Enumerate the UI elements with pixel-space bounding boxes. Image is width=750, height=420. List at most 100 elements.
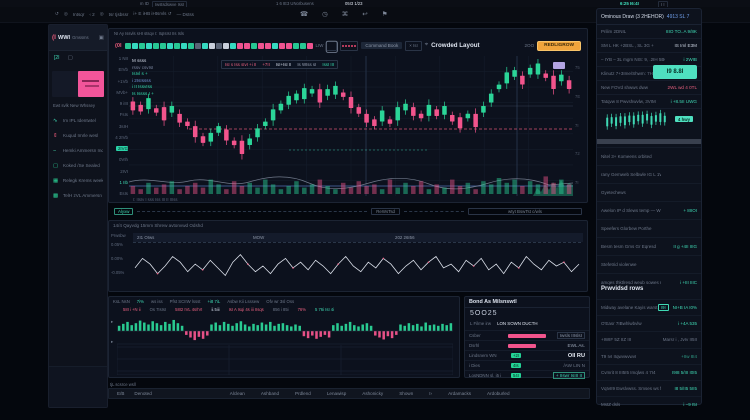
status-menu-item[interactable]: Lenawisp bbox=[327, 391, 346, 396]
status-menu-item[interactable]: Ashonicky bbox=[362, 391, 383, 396]
heat-square[interactable] bbox=[167, 43, 173, 49]
sparkline-svg[interactable] bbox=[605, 108, 667, 134]
heat-square[interactable] bbox=[300, 43, 306, 49]
legend-item[interactable]: M ssss bbox=[132, 58, 154, 63]
heat-square[interactable] bbox=[125, 43, 131, 49]
sidebar-item[interactable]: ∿ Im IPL Identwtel bbox=[49, 113, 107, 128]
legend-item[interactable]: rssv csvIsI bbox=[132, 65, 154, 70]
sidebar-item[interactable]: ▦ Relegk Krems week bbox=[49, 173, 107, 188]
order-row[interactable]: Csber Iwsls IIIslsI bbox=[465, 330, 589, 340]
legend-item[interactable]: i II IssvIss bbox=[132, 84, 154, 89]
heat-square[interactable] bbox=[258, 43, 264, 49]
candlestick-chart[interactable]: M ssss rssv csvIsIIsIvl s + i 2IsIssssi II… bbox=[129, 56, 573, 196]
toolbar-icon[interactable]: ⌘ bbox=[342, 10, 349, 18]
legend-item[interactable]: Is Issss I + bbox=[132, 91, 154, 96]
heat-square[interactable] bbox=[307, 43, 313, 49]
oscillator-svg[interactable] bbox=[133, 242, 581, 289]
heat-square[interactable] bbox=[209, 43, 215, 49]
retailers-box[interactable]: ReWsTsd bbox=[371, 208, 400, 215]
marker-icon[interactable]: ▸ bbox=[111, 339, 113, 345]
histogram-header-item[interactable]: 7i% bbox=[137, 299, 144, 304]
downtown-box[interactable]: wtyt BswTst c/wls bbox=[468, 208, 582, 215]
heat-square[interactable] bbox=[293, 43, 299, 49]
histogram-header-item[interactable]: Ofv wr 3sl Oss bbox=[266, 299, 294, 304]
sparkline-badge[interactable]: 4 hwy bbox=[675, 116, 693, 122]
workspace-switcher[interactable]: (I WWI Gmssms ▣ bbox=[49, 25, 107, 51]
status-menu-item[interactable]: Alclean bbox=[230, 391, 245, 396]
heat-square[interactable] bbox=[286, 43, 292, 49]
toolbar-icon[interactable]: ☎ bbox=[300, 10, 308, 18]
oscillator-column-label[interactable]: MOW bbox=[253, 235, 264, 240]
status-menu-item[interactable]: Prdlend bbox=[295, 391, 311, 396]
list-item[interactable]: Stefetrid violenwe bbox=[597, 255, 701, 273]
status-menu-item[interactable]: Shown bbox=[399, 391, 413, 396]
list-item[interactable]: Gyetechews bbox=[597, 183, 701, 201]
heat-square[interactable] bbox=[216, 43, 222, 49]
heat-square[interactable] bbox=[251, 43, 257, 49]
panel-divider[interactable] bbox=[597, 139, 701, 144]
provided-row[interactable]: Cvmrit 8 III5I5 Imqlws 4 7I4 I9I8 5/III … bbox=[597, 364, 701, 380]
new-window-icon[interactable]: ▣ bbox=[99, 35, 104, 41]
histogram-svg[interactable] bbox=[117, 315, 453, 375]
heat-square[interactable] bbox=[181, 43, 187, 49]
browser-control[interactable]: ◎ bbox=[64, 11, 68, 17]
toolbar-icon[interactable]: ↩ bbox=[362, 10, 367, 18]
list-item[interactable]: rany Gemweb Selbwle IG L 1WIH bbox=[597, 165, 701, 183]
order-row[interactable]: LosNDNN sl. i5 i 54I + IIswr IsIII II bbox=[465, 370, 589, 380]
alert-dots-box[interactable] bbox=[340, 41, 358, 51]
browser-control[interactable]: i+ E iHB iHtsrvls ↺ bbox=[133, 11, 171, 17]
order-row[interactable]: Lindsnem WN +2I OII RU bbox=[465, 350, 589, 360]
legend-item[interactable]: i 2IsIssss bbox=[132, 78, 154, 83]
order-row[interactable]: Dsrhl EWL As. bbox=[465, 340, 589, 350]
placeholder-icon[interactable]: ▢ bbox=[68, 55, 73, 61]
list-item[interactable]: Besm tesm Gms Gr Eqresd II g +4II IIIG bbox=[597, 237, 701, 255]
marker-icon[interactable]: ▸ bbox=[111, 319, 113, 325]
candlestick-svg[interactable] bbox=[129, 56, 573, 196]
toolbar-icon[interactable]: ⚑ bbox=[382, 10, 388, 18]
histogram-header-item[interactable]: Asbw Kii Lsssew bbox=[227, 299, 259, 304]
heat-square[interactable] bbox=[146, 43, 152, 49]
oscillator-column-label[interactable]: 2I1 OIws bbox=[137, 235, 154, 240]
provided-row[interactable]: Midway avelane Kayis warst I9I NI+B IA I… bbox=[597, 299, 701, 315]
toolbar-icon[interactable]: ◷ bbox=[322, 10, 328, 18]
command-book-button[interactable]: Command Book bbox=[361, 42, 402, 49]
provided-row[interactable]: T9 IvI IIqwvwvwvI +IIw 8I4 bbox=[597, 348, 701, 364]
status-menu-item[interactable]: Ardamacks bbox=[448, 391, 471, 396]
stat-row[interactable]: SM L HK +2BSL , SL 3G + IS Iml E3M bbox=[597, 39, 701, 53]
pin-icon[interactable]: ⌖ bbox=[425, 42, 428, 49]
sidebar-item[interactable]: − Hemki Ammersn Inqr bbox=[49, 143, 107, 158]
stat-row[interactable]: Prilim 2DNIL 8IO TO..A 9/8K bbox=[597, 25, 701, 39]
heat-square[interactable] bbox=[272, 43, 278, 49]
browser-control[interactable]: ‹ 2 bbox=[89, 12, 94, 17]
heat-square[interactable] bbox=[279, 43, 285, 49]
heat-square[interactable] bbox=[139, 43, 145, 49]
browser-control[interactable]: — Dstss bbox=[177, 12, 194, 17]
sidebar-item[interactable]: ▢ Koked /Se Sealed bbox=[49, 158, 107, 173]
heat-square[interactable] bbox=[174, 43, 180, 49]
heat-square[interactable] bbox=[223, 43, 229, 49]
histogram-header-item[interactable]: ws iss bbox=[151, 299, 163, 304]
browser-control[interactable]: ↺ bbox=[55, 11, 59, 17]
alerts-tag[interactable]: Alyxw bbox=[114, 208, 133, 215]
status-menu-item[interactable]: I› bbox=[429, 391, 432, 396]
grid-toggle-icon[interactable]: ▢ bbox=[326, 41, 337, 51]
status-menu-item[interactable]: Ashband bbox=[261, 391, 279, 396]
provided-row[interactable]: O'Easr 7IBwhlwbvlw i +4A 535 bbox=[597, 315, 701, 331]
histogram-header-item[interactable]: KsL NsN bbox=[113, 299, 130, 304]
browser-control[interactable]: tsr tjsbssr bbox=[109, 12, 129, 17]
legend-item[interactable]: IsIvl s + bbox=[132, 71, 154, 76]
provided-row[interactable]: MstZ dsls i −9 I5I bbox=[597, 396, 701, 412]
stat-row[interactable]: New FOVd shwws dww 2WL wd 4 0TL bbox=[597, 81, 701, 95]
promo-card[interactable] bbox=[52, 71, 104, 97]
close-filter-button[interactable]: × IsI bbox=[405, 41, 421, 51]
sidebar-item[interactable]: ⇕ Kuqud Imrle wesl bbox=[49, 128, 107, 143]
sidebar-item[interactable]: ▩ TelH zVL Ammersn bbox=[49, 188, 107, 203]
provided-row[interactable]: VqIvII9 Ewslvwss. Smses ws fwhslwel I8 5… bbox=[597, 380, 701, 396]
list-item[interactable]: Nitel 3+ Komeens orbited bbox=[597, 147, 701, 165]
heat-square[interactable] bbox=[160, 43, 166, 49]
browser-control[interactable]: Intsqr bbox=[73, 12, 85, 17]
status-left-item[interactable]: Denoted bbox=[134, 391, 151, 396]
heat-square[interactable] bbox=[237, 43, 243, 49]
provided-row[interactable]: +IWIF 5Z IIZ III Marsr i , JvIv II5II bbox=[597, 331, 701, 347]
browser-control[interactable]: ◎ bbox=[100, 11, 104, 17]
